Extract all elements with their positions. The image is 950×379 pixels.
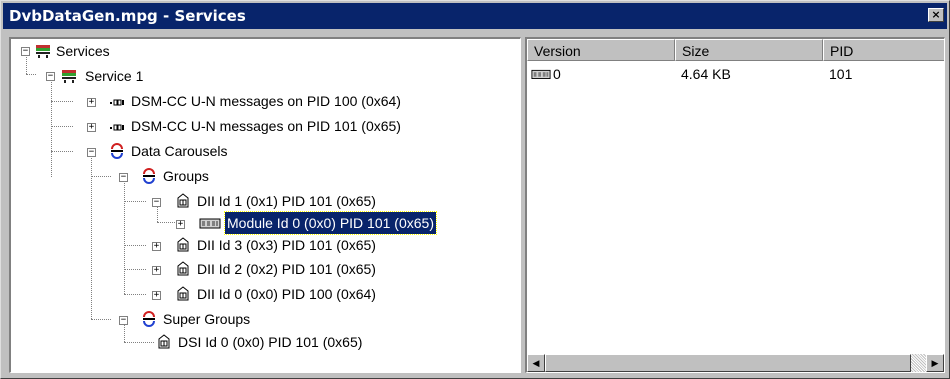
tree-node-groups[interactable]: − Groups	[11, 165, 411, 187]
tree-node-label: DII Id 0 (0x0) PID 100 (0x64)	[197, 286, 376, 302]
service-icon	[62, 70, 76, 83]
right-arrow-icon: ▶	[931, 358, 939, 368]
tree-node-label: Service 1	[85, 68, 144, 84]
expand-toggle[interactable]: +	[176, 220, 185, 229]
dii-icon	[177, 286, 189, 301]
module-icon	[199, 218, 221, 229]
expand-toggle[interactable]: +	[152, 242, 161, 251]
tree-node-service-1[interactable]: − Service 1	[11, 65, 411, 87]
left-arrow-icon: ◀	[532, 358, 540, 368]
column-header-size[interactable]: Size	[675, 39, 823, 61]
dii-icon	[177, 261, 189, 276]
services-icon	[36, 45, 50, 58]
tree-node-data-carousels[interactable]: − Data Carousels	[11, 140, 411, 162]
dii-icon	[177, 237, 189, 252]
cell-pid: 101	[829, 66, 853, 82]
column-header-version[interactable]: Version	[527, 39, 675, 61]
tree-node-dii-3[interactable]: + DII Id 3 (0x3) PID 101 (0x65)	[11, 234, 491, 256]
tree-node-label: DII Id 2 (0x2) PID 101 (0x65)	[197, 261, 376, 277]
dii-icon	[177, 193, 189, 208]
scroll-left-button[interactable]: ◀	[527, 354, 545, 372]
tree-node-label: Super Groups	[163, 311, 251, 327]
tree-node-label: DSI Id 0 (0x0) PID 101 (0x65)	[178, 334, 363, 350]
tree-node-dii-0[interactable]: + DII Id 0 (0x0) PID 100 (0x64)	[11, 283, 491, 305]
tree-node-label: Data Carousels	[131, 143, 228, 159]
tree-node-services[interactable]: − Services	[11, 40, 411, 62]
tree-node-label: Module Id 0 (0x0) PID 101 (0x65)	[224, 211, 437, 235]
carousel-icon	[111, 143, 123, 159]
tree-node-label: DSM-CC U-N messages on PID 101 (0x65)	[131, 118, 401, 134]
module-icon	[531, 69, 551, 80]
tree-node-dii-1[interactable]: − DII Id 1 (0x1) PID 101 (0x65)	[11, 190, 491, 212]
tree-node-label: Services	[56, 43, 110, 59]
tree-node-dsi-0[interactable]: DSI Id 0 (0x0) PID 101 (0x65)	[11, 331, 491, 353]
scroll-right-button[interactable]: ▶	[926, 354, 944, 372]
collapse-toggle[interactable]: −	[46, 72, 55, 81]
close-button[interactable]: ×	[928, 8, 944, 22]
tree-node-label: Groups	[163, 168, 209, 184]
carousel-icon	[143, 168, 155, 184]
window-title: DvbDataGen.mpg - Services	[9, 7, 246, 25]
cell-version: 0	[553, 66, 561, 82]
expand-toggle[interactable]: +	[152, 291, 161, 300]
tree-node-dsmcc-pid-101[interactable]: + DSM-CC U-N messages on PID 101 (0x65)	[11, 115, 491, 137]
tree-node-label: DII Id 1 (0x1) PID 101 (0x65)	[197, 193, 376, 209]
services-tree[interactable]: − Services − Service 1 + DSM-CC U-N mess…	[9, 37, 521, 373]
tree-node-label: DII Id 3 (0x3) PID 101 (0x65)	[197, 237, 376, 253]
tree-node-dsmcc-pid-100[interactable]: + DSM-CC U-N messages on PID 100 (0x64)	[11, 90, 491, 112]
collapse-toggle[interactable]: −	[119, 316, 128, 325]
tree-node-dii-2[interactable]: + DII Id 2 (0x2) PID 101 (0x65)	[11, 258, 491, 280]
collapse-toggle[interactable]: −	[21, 47, 30, 56]
collapse-toggle[interactable]: −	[152, 198, 161, 207]
collapse-toggle[interactable]: −	[119, 173, 128, 182]
title-bar[interactable]: DvbDataGen.mpg - Services ×	[3, 3, 947, 29]
details-list[interactable]: Version Size PID 0 4.64 KB 101 ◀ ▶	[525, 37, 945, 373]
tree-node-label: DSM-CC U-N messages on PID 100 (0x64)	[131, 93, 401, 109]
tree-node-module-0[interactable]: + Module Id 0 (0x0) PID 101 (0x65)	[11, 211, 491, 235]
dii-icon	[158, 334, 170, 349]
tree-node-super-groups[interactable]: − Super Groups	[11, 308, 411, 330]
expand-toggle[interactable]: +	[87, 98, 96, 107]
cell-size: 4.64 KB	[681, 66, 731, 82]
message-stream-icon	[110, 99, 124, 106]
close-icon: ×	[931, 8, 941, 21]
horizontal-scrollbar[interactable]: ◀ ▶	[527, 354, 944, 372]
expand-toggle[interactable]: +	[87, 123, 96, 132]
expand-toggle[interactable]: +	[152, 266, 161, 275]
services-window: DvbDataGen.mpg - Services × − Services −…	[0, 0, 950, 379]
scroll-thumb[interactable]	[545, 354, 911, 372]
message-stream-icon	[110, 124, 124, 131]
scroll-track[interactable]	[911, 354, 926, 372]
column-header-pid[interactable]: PID	[823, 39, 944, 61]
collapse-toggle[interactable]: −	[87, 148, 96, 157]
carousel-icon	[143, 311, 155, 327]
